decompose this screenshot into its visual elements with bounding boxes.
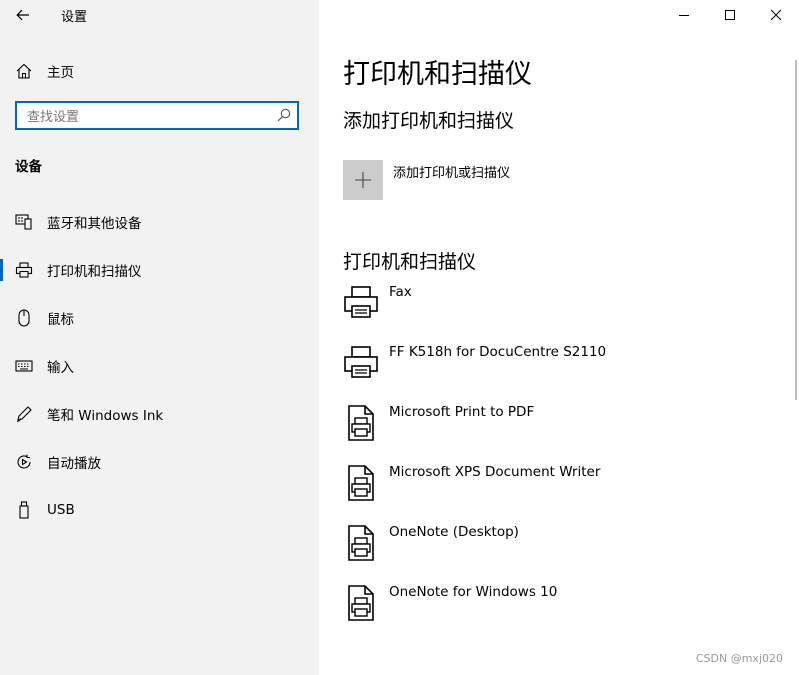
printer-item[interactable]: OneNote for Windows 10 [343,584,783,630]
printer-name: Microsoft Print to PDF [389,404,535,420]
search-input[interactable] [25,105,269,129]
sidebar-item-label: 蓝牙和其他设备 [47,216,142,232]
add-printer-button[interactable] [343,160,383,200]
virtual-printer-icon [348,465,374,501]
printer-item[interactable]: OneNote (Desktop) [343,524,783,570]
pen-icon [14,404,34,424]
sidebar-item-bluetooth[interactable]: 蓝牙和其他设备 [0,202,319,242]
virtual-printer-icon [348,405,374,441]
printer-name: OneNote for Windows 10 [389,584,558,600]
scrollbar[interactable] [795,60,797,400]
sidebar-item-autoplay[interactable]: 自动播放 [0,442,319,482]
sidebar-item-label: 笔和 Windows Ink [47,408,164,424]
fax-icon [344,286,378,318]
printer-name: FF K518h for DocuCentre S2110 [389,344,607,360]
printer-name: Microsoft XPS Document Writer [389,464,601,480]
sidebar-item-pen[interactable]: 笔和 Windows Ink [0,394,319,434]
main-content: 打印机和扫描仪 添加打印机和扫描仪 添加打印机或扫描仪 打印机和扫描仪 Fax … [319,0,799,675]
mouse-icon [14,308,34,328]
sidebar-item-label: USB [47,502,75,518]
back-button[interactable] [10,2,36,28]
printer-icon [14,260,34,280]
sidebar-item-printers[interactable]: 打印机和扫描仪 [0,250,319,290]
printer-item[interactable]: Microsoft XPS Document Writer [343,464,783,510]
printer-name: Fax [389,284,412,300]
plus-icon [355,172,371,188]
back-arrow-icon [16,9,29,21]
autoplay-icon [14,452,34,472]
maximize-button[interactable] [707,0,753,30]
printer-item[interactable]: FF K518h for DocuCentre S2110 [343,344,783,390]
search-field[interactable] [15,101,299,130]
sidebar-item-usb[interactable]: USB [0,490,319,530]
minimize-button[interactable] [661,0,707,30]
bluetooth-devices-icon [14,212,34,232]
app-title: 设置 [61,10,88,25]
sidebar-item-label: 自动播放 [47,456,101,472]
page-title: 打印机和扫描仪 [343,59,532,90]
usb-icon [14,500,34,520]
watermark: CSDN @mxj020 [695,652,783,665]
section-title: 设备 [15,159,42,175]
sidebar-item-typing[interactable]: 输入 [0,346,319,386]
virtual-printer-icon [348,525,374,561]
sidebar-item-mouse[interactable]: 鼠标 [0,298,319,338]
close-button[interactable] [753,0,799,30]
add-printer-label[interactable]: 添加打印机或扫描仪 [393,162,510,181]
virtual-printer-icon [348,585,374,621]
printer-item[interactable]: Fax [343,284,783,330]
close-icon [770,9,782,21]
home-icon [14,61,34,81]
printers-section-title: 打印机和扫描仪 [343,251,477,273]
search-icon [277,108,291,122]
sidebar-item-home[interactable]: 主页 [0,51,319,91]
sidebar-item-label: 打印机和扫描仪 [47,264,142,280]
keyboard-icon [14,356,34,376]
minimize-icon [679,15,689,16]
printer-name: OneNote (Desktop) [389,524,519,540]
active-indicator [0,259,3,281]
printer-icon [344,346,378,378]
sidebar-item-label: 输入 [47,360,74,376]
sidebar-item-label: 主页 [47,65,74,81]
maximize-icon [725,10,735,20]
sidebar: 设置 主页 设备 蓝牙和其他设备 打印机和扫描仪 鼠标 输入 [0,0,319,675]
printer-item[interactable]: Microsoft Print to PDF [343,404,783,450]
sidebar-item-label: 鼠标 [47,312,74,328]
add-section-title: 添加打印机和扫描仪 [343,110,515,132]
